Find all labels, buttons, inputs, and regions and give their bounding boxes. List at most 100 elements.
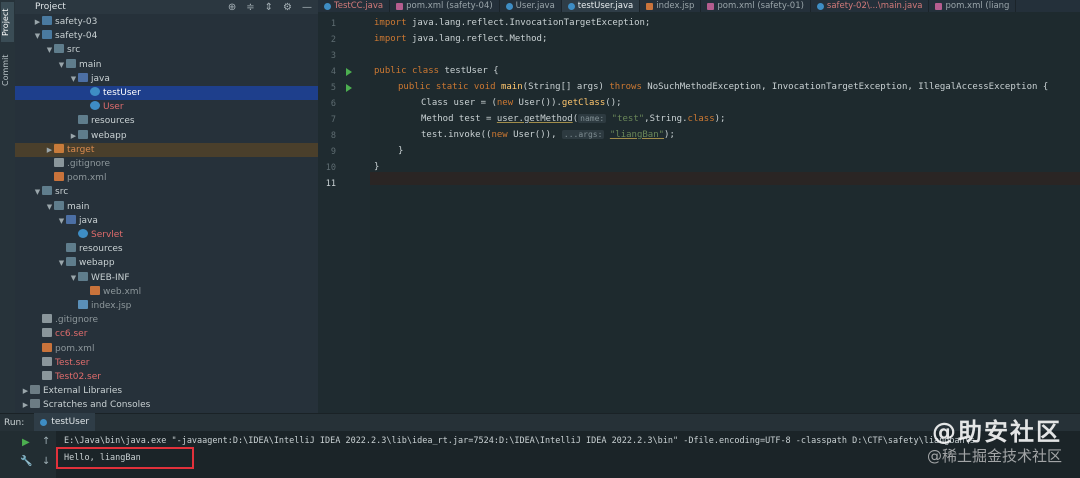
run-tab-testuser[interactable]: testUser bbox=[34, 413, 96, 433]
tree-item[interactable]: ▼ src bbox=[15, 185, 318, 199]
tree-item[interactable]: Servlet bbox=[15, 228, 318, 242]
run-class-icon[interactable] bbox=[346, 68, 352, 76]
tree-item[interactable]: ▼ WEB-INF bbox=[15, 271, 318, 285]
tree-item[interactable]: ▼ java bbox=[15, 72, 318, 86]
editor-tab-label: pom.xml (safety-04) bbox=[406, 1, 493, 11]
line-number: 8 bbox=[330, 131, 336, 141]
collapse-all-icon[interactable]: ≑ bbox=[246, 2, 254, 13]
tree-item[interactable]: ▼ main bbox=[15, 200, 318, 214]
locate-icon[interactable]: ⊕ bbox=[228, 2, 236, 13]
tree-item-label: target bbox=[67, 144, 95, 155]
chevron-right-icon[interactable]: ▶ bbox=[45, 143, 54, 157]
current-line-highlight bbox=[370, 172, 1080, 185]
editor-tab-bar: TestCC.java pom.xml (safety-04) User.java t… bbox=[318, 0, 1080, 12]
tree-item[interactable]: Test.ser bbox=[15, 356, 318, 370]
chevron-right-icon[interactable]: ▶ bbox=[21, 384, 30, 398]
editor-tab[interactable]: pom.xml (safety-01) bbox=[701, 0, 811, 12]
xml-icon bbox=[90, 285, 100, 295]
project-panel-title[interactable]: Project bbox=[35, 2, 66, 12]
target-icon bbox=[54, 143, 64, 153]
scroll-up-icon[interactable]: ↑ bbox=[42, 436, 50, 447]
chevron-down-icon[interactable]: ▼ bbox=[33, 29, 42, 43]
tree-item[interactable]: ▼ main bbox=[15, 58, 318, 72]
chevron-down-icon[interactable]: ▼ bbox=[33, 185, 42, 199]
chevron-down-icon[interactable]: ▼ bbox=[57, 256, 66, 270]
chevron-right-icon[interactable]: ▶ bbox=[21, 398, 30, 412]
tree-item[interactable]: .gitignore bbox=[15, 157, 318, 171]
tree-item[interactable]: ▼ safety-04 bbox=[15, 29, 318, 43]
code-editor[interactable]: import java.lang.reflect.InvocationTarge… bbox=[370, 12, 1080, 413]
editor-tab-label: TestCC.java bbox=[334, 1, 384, 11]
tree-item-label: User bbox=[103, 102, 124, 113]
tree-item[interactable]: ▶ target bbox=[15, 142, 318, 157]
line-number: 5 bbox=[330, 83, 336, 93]
tree-item[interactable]: ▶ webapp bbox=[15, 129, 318, 143]
chevron-down-icon[interactable]: ▼ bbox=[45, 43, 54, 57]
commit-tool-tab[interactable]: Commit bbox=[1, 50, 14, 90]
tree-item-label: java bbox=[91, 73, 110, 84]
tree-item[interactable]: ▶ safety-03 bbox=[15, 15, 318, 29]
wrench-icon[interactable]: 🔧 bbox=[20, 456, 32, 467]
tree-item[interactable]: index.jsp bbox=[15, 299, 318, 313]
code-line-10: } bbox=[374, 162, 380, 172]
expand-all-icon[interactable]: ⇕ bbox=[265, 2, 273, 13]
editor-tab-label: pom.xml (safety-01) bbox=[717, 1, 804, 11]
tree-item-label: pom.xml bbox=[67, 173, 107, 184]
chevron-down-icon[interactable]: ▼ bbox=[69, 72, 78, 86]
tree-item[interactable]: ▼ webapp bbox=[15, 256, 318, 270]
chevron-down-icon[interactable]: ▼ bbox=[57, 58, 66, 72]
gear-icon[interactable]: ⚙ bbox=[283, 2, 292, 13]
output-highlight-box bbox=[56, 447, 194, 469]
scroll-down-icon[interactable]: ↓ bbox=[42, 456, 50, 467]
code-line-2: import java.lang.reflect.Method; bbox=[374, 34, 548, 44]
tree-item[interactable]: ▶ Scratches and Consoles bbox=[15, 398, 318, 412]
editor-tab[interactable]: pom.xml (liang bbox=[929, 0, 1017, 12]
java-icon bbox=[78, 229, 88, 238]
tree-item[interactable]: User bbox=[15, 100, 318, 114]
tree-item[interactable]: Test02.ser bbox=[15, 370, 318, 384]
java-icon bbox=[90, 101, 100, 111]
tree-item[interactable]: testUser bbox=[15, 86, 318, 100]
jsp-file-icon bbox=[646, 2, 654, 10]
editor-tab[interactable]: TestCC.java bbox=[318, 0, 391, 12]
folder-icon bbox=[42, 186, 52, 196]
line-number: 10 bbox=[325, 163, 336, 173]
editor-tab[interactable]: pom.xml (safety-04) bbox=[390, 0, 500, 12]
line-number: 1 bbox=[330, 19, 336, 29]
editor-tab[interactable]: index.jsp bbox=[640, 0, 702, 12]
chevron-down-icon[interactable]: ▼ bbox=[69, 271, 78, 285]
tree-item[interactable]: pom.xml bbox=[15, 342, 318, 356]
watermark-main: @助安社区 bbox=[932, 418, 1062, 446]
run-main-icon[interactable] bbox=[346, 84, 352, 92]
jsp-icon bbox=[78, 300, 88, 309]
chevron-right-icon[interactable]: ▶ bbox=[33, 15, 42, 29]
tree-item[interactable]: .gitignore bbox=[15, 313, 318, 327]
hide-panel-icon[interactable]: — bbox=[302, 2, 312, 13]
maven-file-icon bbox=[707, 2, 715, 10]
tree-item[interactable]: resources bbox=[15, 242, 318, 256]
tree-item-label: main bbox=[79, 59, 102, 70]
editor-tab[interactable]: testUser.java bbox=[561, 0, 641, 12]
tree-item-label: safety-03 bbox=[55, 17, 98, 27]
tree-item[interactable]: ▶ External Libraries bbox=[15, 384, 318, 398]
tree-item[interactable]: ▼ java bbox=[15, 214, 318, 228]
line-number: 9 bbox=[330, 147, 336, 157]
editor-tab[interactable]: User.java bbox=[500, 0, 562, 12]
line-number: 3 bbox=[330, 51, 336, 61]
code-line-1: import java.lang.reflect.InvocationTarge… bbox=[374, 18, 651, 28]
tree-item[interactable]: web.xml bbox=[15, 285, 318, 299]
chevron-right-icon[interactable]: ▶ bbox=[69, 129, 78, 143]
project-tool-tab[interactable]: Project bbox=[1, 2, 14, 42]
tree-item[interactable]: ▼ src bbox=[15, 43, 318, 57]
tree-item-label: WEB-INF bbox=[91, 272, 130, 283]
folder-icon bbox=[66, 243, 76, 253]
editor-tab[interactable]: safety-02\...\main.java bbox=[811, 0, 930, 12]
chevron-down-icon[interactable]: ▼ bbox=[45, 200, 54, 214]
java-class-icon bbox=[40, 418, 48, 426]
tree-item[interactable]: pom.xml bbox=[15, 171, 318, 185]
chevron-down-icon[interactable]: ▼ bbox=[57, 214, 66, 228]
tree-item-label: Scratches and Consoles bbox=[43, 400, 151, 411]
rerun-icon[interactable]: ▶ bbox=[22, 437, 30, 448]
tree-item[interactable]: cc6.ser bbox=[15, 327, 318, 341]
tree-item[interactable]: resources bbox=[15, 114, 318, 128]
